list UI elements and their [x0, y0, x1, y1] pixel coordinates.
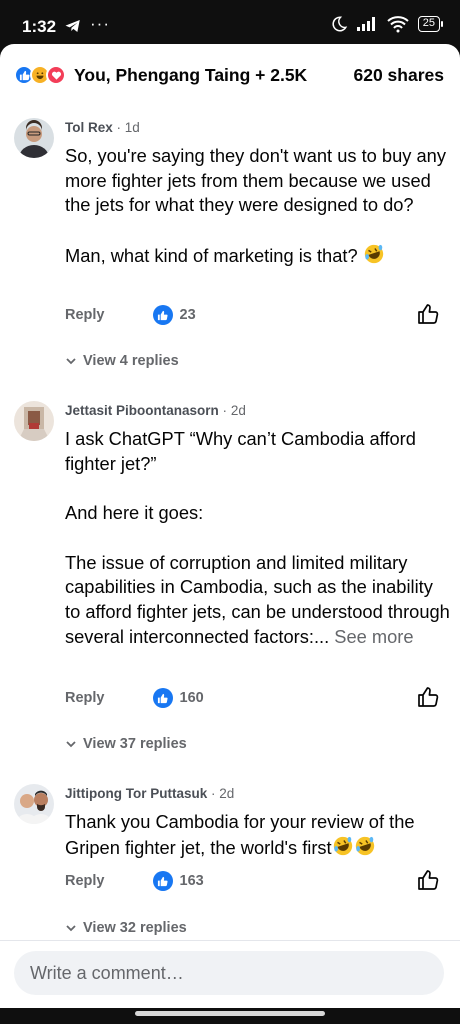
thumbs-up-icon[interactable]	[416, 302, 440, 326]
view-replies-link[interactable]: View 4 replies	[65, 351, 179, 371]
comment-text: I ask ChatGPT “Why can’t Cambodia afford…	[65, 427, 450, 649]
like-icon	[152, 305, 173, 325]
see-more-link[interactable]: See more	[334, 626, 413, 647]
comment-composer	[0, 940, 460, 1008]
rolling-laughing-emoji-icon	[355, 836, 374, 855]
view-replies-label: View 32 replies	[83, 920, 187, 936]
comment-actions: Reply 160	[65, 685, 450, 711]
comment-time[interactable]: 1d	[125, 120, 140, 135]
rolling-laughing-emoji-icon	[364, 244, 383, 263]
view-replies-link[interactable]: View 37 replies	[65, 734, 187, 754]
comment-text-content: So, you're saying they don't want us to …	[65, 145, 446, 266]
comment-author[interactable]: Jittipong Tor Puttasuk	[65, 786, 207, 801]
avatar[interactable]	[14, 118, 54, 158]
like-number: 23	[179, 307, 196, 323]
comment-body: Tol Rex · 1d So, you're saying they don'…	[65, 118, 450, 269]
battery-icon: 25	[417, 16, 444, 32]
more-notifications-icon: ···	[90, 14, 110, 33]
rolling-laughing-emoji-icon	[333, 836, 352, 855]
comment-actions: Reply 163	[65, 868, 450, 894]
comment-input[interactable]	[14, 951, 444, 995]
comment-text: Thank you Cambodia for your review of th…	[65, 810, 450, 860]
avatar[interactable]	[14, 784, 54, 824]
comment-body: Jettasit Piboontanasorn · 2d I ask ChatG…	[65, 401, 450, 649]
comment-header: Jittipong Tor Puttasuk · 2d	[65, 784, 450, 804]
chevron-down-icon	[66, 925, 76, 932]
like-count[interactable]: 163	[152, 871, 204, 891]
status-icons: 25	[330, 15, 444, 33]
comment-time[interactable]: 2d	[219, 786, 234, 801]
comment-author[interactable]: Tol Rex	[65, 120, 113, 135]
comment-author[interactable]: Jettasit Piboontanasorn	[65, 403, 219, 418]
navigation-bar	[0, 1008, 460, 1024]
signal-icon	[356, 17, 375, 31]
reaction-icons	[14, 65, 66, 85]
like-icon	[152, 871, 173, 891]
reply-button[interactable]: Reply	[65, 873, 105, 889]
like-number: 163	[179, 873, 204, 889]
chevron-down-icon	[66, 741, 76, 748]
comment-actions: Reply 23	[65, 302, 450, 328]
reactions-summary[interactable]: You, Phengang Taing + 2.5K 620 shares	[14, 62, 444, 88]
telegram-icon	[65, 20, 80, 32]
home-indicator[interactable]	[135, 1011, 325, 1016]
status-time: 1:32	[22, 17, 57, 36]
comment-header: Jettasit Piboontanasorn · 2d	[65, 401, 450, 421]
comment-time[interactable]: 2d	[231, 403, 246, 418]
like-count[interactable]: 23	[152, 305, 196, 325]
shares-count[interactable]: 620 shares	[354, 65, 445, 86]
chevron-down-icon	[66, 358, 76, 365]
thumbs-up-icon[interactable]	[416, 685, 440, 709]
love-icon	[46, 65, 66, 85]
separator-dot: ·	[222, 403, 228, 418]
thumbs-up-icon[interactable]	[416, 868, 440, 892]
separator-dot: ·	[116, 120, 122, 135]
comment-header: Tol Rex · 1d	[65, 118, 450, 138]
view-replies-label: View 4 replies	[83, 353, 179, 369]
reactors-names[interactable]: You, Phengang Taing + 2.5K	[74, 65, 307, 86]
like-number: 160	[179, 690, 204, 706]
comment-text: So, you're saying they don't want us to …	[65, 144, 450, 269]
like-icon	[152, 688, 173, 708]
separator-dot: ·	[211, 786, 216, 801]
like-count[interactable]: 160	[152, 688, 204, 708]
wifi-icon	[387, 16, 409, 33]
reply-button[interactable]: Reply	[65, 690, 105, 706]
comment-text-content: I ask ChatGPT “Why can’t Cambodia afford…	[65, 428, 450, 647]
avatar[interactable]	[14, 401, 54, 441]
comments-sheet: You, Phengang Taing + 2.5K 620 shares To…	[0, 44, 460, 1008]
moon-icon	[332, 16, 347, 32]
view-replies-label: View 37 replies	[83, 736, 187, 752]
comment-body: Jittipong Tor Puttasuk · 2d Thank you Ca…	[65, 784, 450, 860]
view-replies-link[interactable]: View 32 replies	[65, 918, 187, 938]
reply-button[interactable]: Reply	[65, 307, 105, 323]
